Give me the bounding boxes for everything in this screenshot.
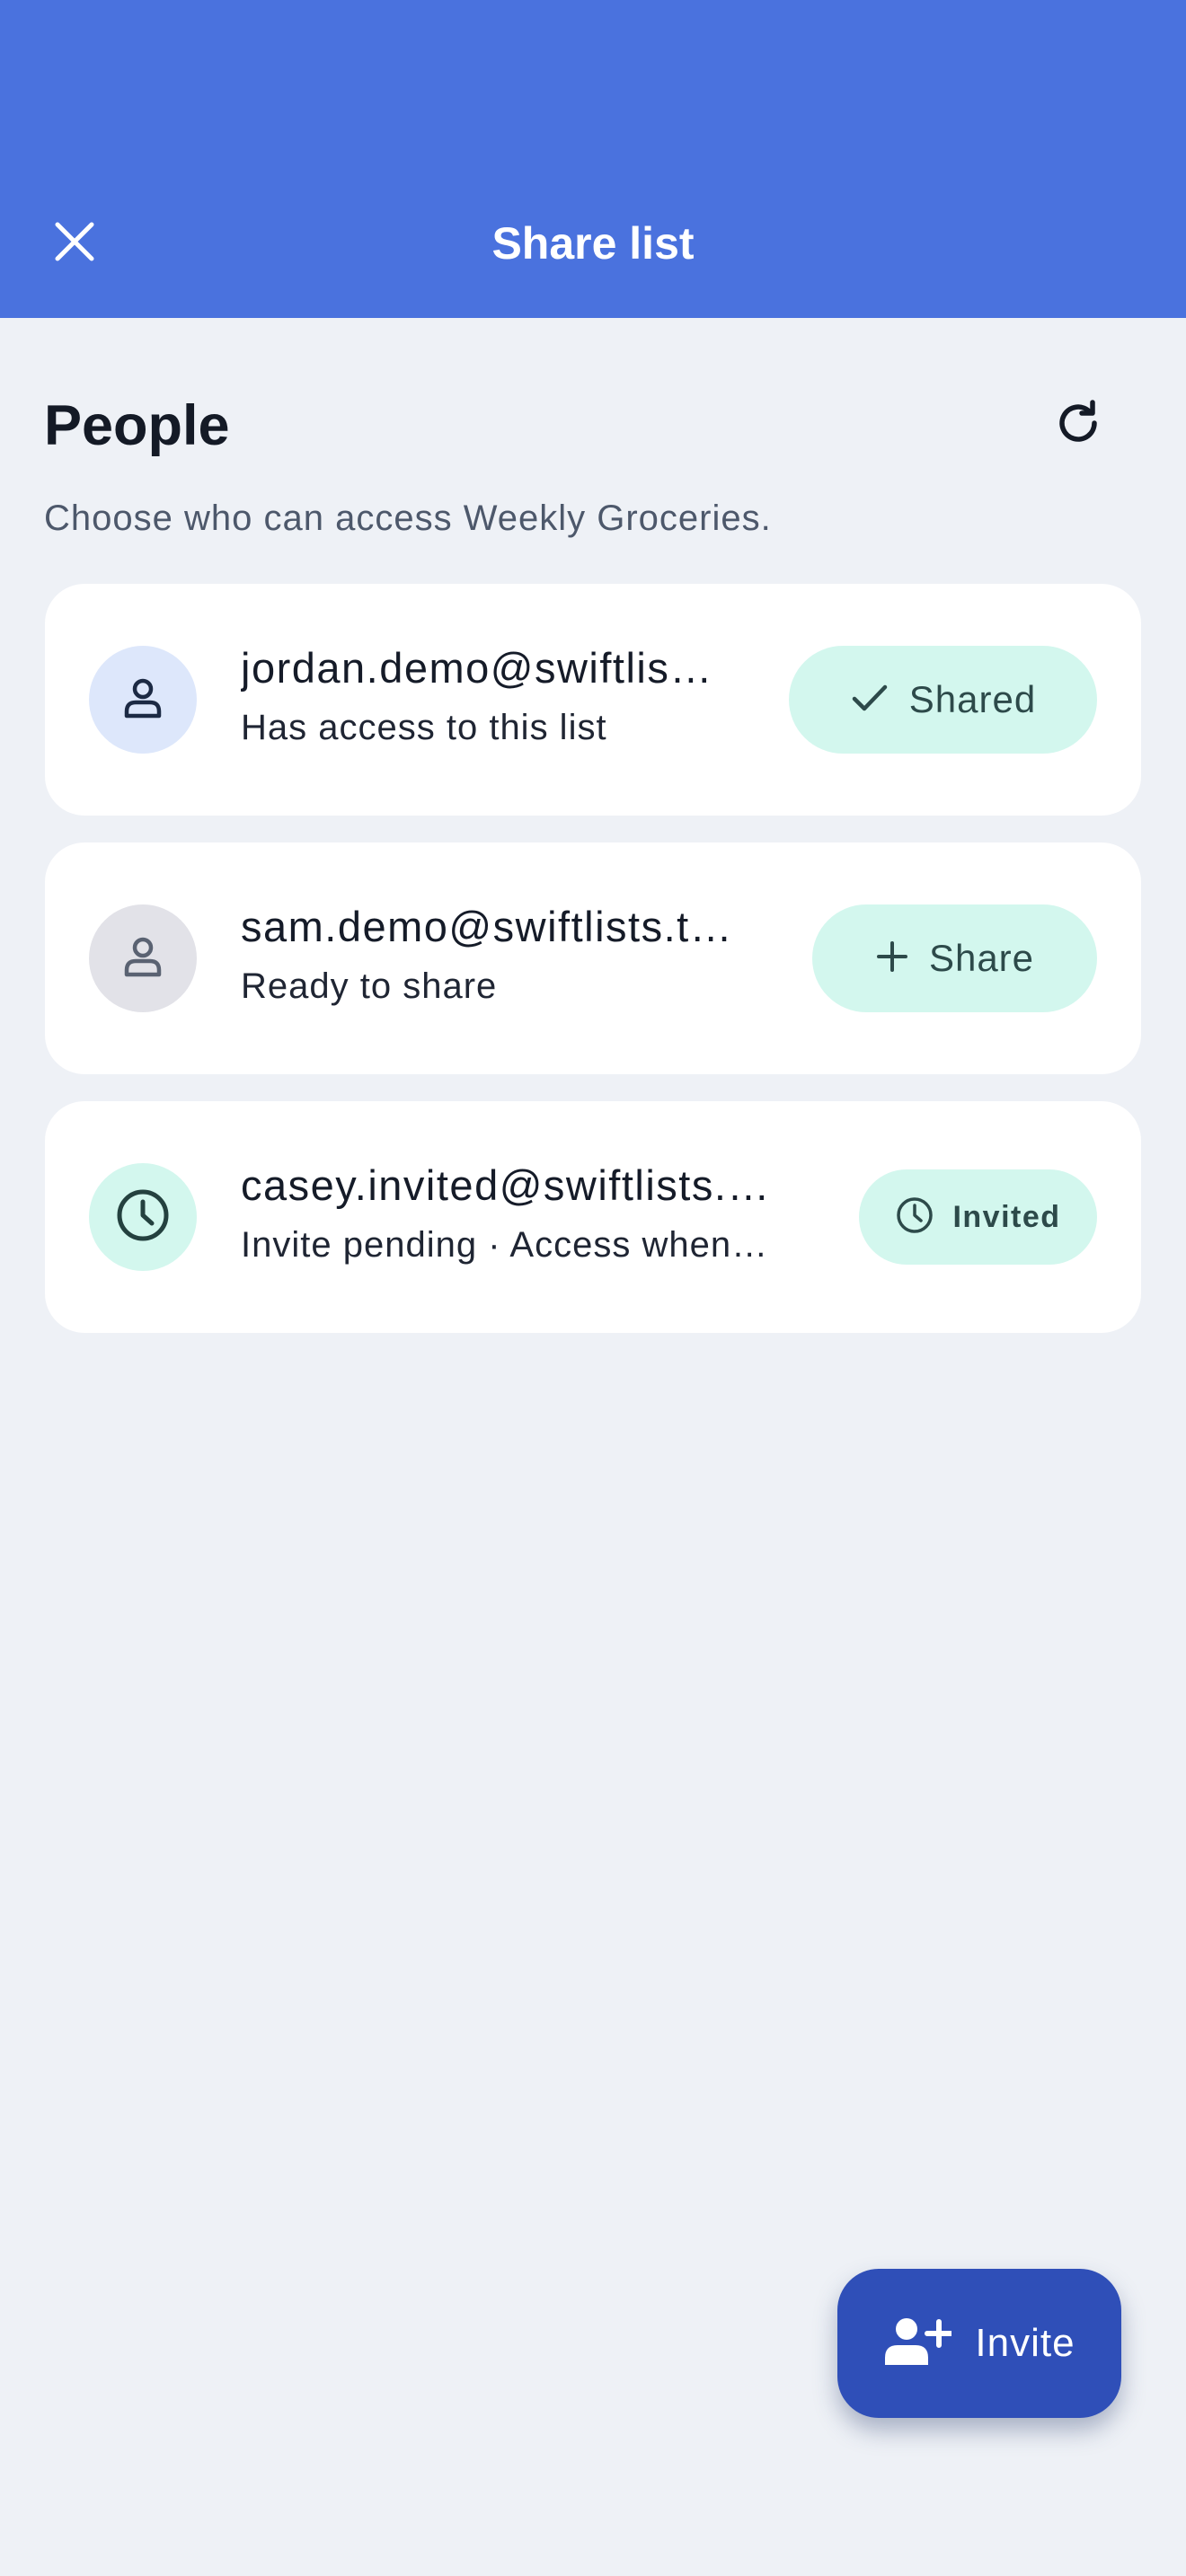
invited-badge: Invited	[859, 1169, 1097, 1265]
person-card-casey: casey.invited@swiftlists.… Invite pendin…	[45, 1101, 1141, 1333]
invite-button-label: Invite	[975, 2321, 1075, 2365]
check-icon	[850, 678, 890, 722]
shared-button[interactable]: Shared	[789, 646, 1097, 754]
invited-badge-label: Invited	[952, 1199, 1061, 1234]
avatar	[89, 904, 197, 1012]
section-title: People	[44, 394, 230, 457]
avatar	[89, 1163, 197, 1271]
person-status: Invite pending · Access when…	[241, 1225, 769, 1265]
person-icon	[118, 931, 168, 986]
person-status: Ready to share	[241, 966, 498, 1006]
share-button-label: Share	[928, 937, 1035, 979]
person-email: casey.invited@swiftlists.…	[241, 1161, 771, 1209]
clock-icon	[114, 1187, 172, 1248]
invite-button[interactable]: Invite	[837, 2269, 1121, 2418]
refresh-icon	[1053, 398, 1103, 453]
person-email: sam.demo@swiftlists.t…	[241, 903, 734, 950]
add-person-icon	[883, 2315, 954, 2373]
person-card-sam: sam.demo@swiftlists.t… Ready to share Sh…	[45, 842, 1141, 1074]
person-status: Has access to this list	[241, 708, 607, 747]
person-card-jordan: jordan.demo@swiftlis… Has access to this…	[45, 584, 1141, 816]
person-email: jordan.demo@swiftlis…	[241, 644, 713, 692]
refresh-button[interactable]	[1042, 393, 1114, 456]
page-title: Share list	[491, 218, 695, 269]
clock-icon	[895, 1195, 934, 1239]
shared-button-label: Shared	[908, 678, 1037, 720]
app-bar: Share list	[0, 0, 1186, 318]
share-button[interactable]: Share	[812, 904, 1097, 1012]
plus-icon	[875, 940, 909, 978]
section-subtitle: Choose who can access Weekly Groceries.	[44, 498, 772, 538]
avatar	[89, 646, 197, 754]
person-icon	[118, 673, 168, 728]
